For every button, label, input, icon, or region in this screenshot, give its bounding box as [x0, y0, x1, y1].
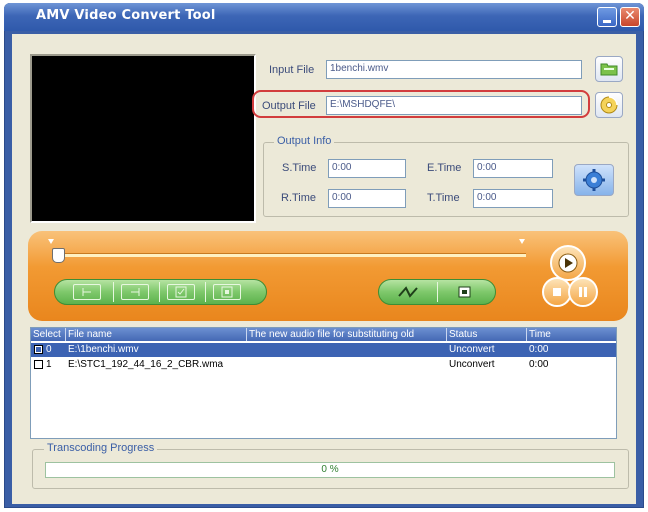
- stop-square-icon[interactable]: [451, 284, 479, 300]
- row-file-name: E:\1benchi.wmv: [68, 344, 139, 355]
- separator: [113, 282, 114, 302]
- minimize-icon[interactable]: [597, 7, 617, 27]
- mark-end-icon[interactable]: [121, 284, 149, 300]
- col-time[interactable]: Time: [526, 328, 616, 341]
- disc-folder-icon: [600, 96, 618, 114]
- client-area: Input File 1benchi.wmv Output File E:\MS…: [12, 34, 636, 504]
- input-file-field[interactable]: 1benchi.wmv: [326, 60, 582, 79]
- file-list[interactable]: Select File name The new audio file for …: [30, 327, 617, 439]
- pause-icon: [579, 287, 587, 297]
- checkbox-icon: [175, 286, 187, 298]
- edit-controls: [54, 279, 267, 305]
- mark-start-icon: [82, 288, 91, 296]
- row-file-name: E:\STC1_192_44_16_2_CBR.wma: [68, 359, 224, 370]
- t-time-field[interactable]: 0:00: [473, 189, 553, 208]
- output-file-label: Output File: [262, 100, 316, 112]
- wave-icon: [398, 286, 418, 298]
- checkbox-icon[interactable]: [167, 284, 195, 300]
- input-file-label: Input File: [269, 64, 315, 76]
- gear-icon: [583, 169, 605, 191]
- player-panel: [28, 231, 628, 321]
- file-list-header: Select File name The new audio file for …: [31, 328, 616, 341]
- seek-track[interactable]: [58, 253, 526, 257]
- gear-icon[interactable]: [574, 164, 614, 196]
- s-time-field[interactable]: 0:00: [328, 159, 406, 178]
- row-status: Unconvert: [449, 359, 495, 370]
- title-bar[interactable]: AMV Video Convert Tool ✕: [4, 3, 644, 31]
- stop-square-icon: [458, 286, 471, 298]
- convert-controls: [378, 279, 496, 305]
- folder-icon: [600, 63, 618, 76]
- r-time-label: R.Time: [281, 192, 317, 204]
- stop-icon: [553, 288, 561, 296]
- separator: [437, 282, 438, 302]
- row-index: 0: [46, 344, 52, 355]
- col-new-audio[interactable]: The new audio file for substituting old: [246, 328, 446, 341]
- disc-folder-icon[interactable]: [595, 92, 623, 118]
- select-icon[interactable]: [213, 284, 241, 300]
- output-info-title: Output Info: [274, 135, 335, 147]
- table-row[interactable]: 0 E:\1benchi.wmv Unconvert 0:00: [31, 343, 616, 357]
- end-marker: [519, 239, 525, 244]
- table-row[interactable]: 1 E:\STC1_192_44_16_2_CBR.wma Unconvert …: [31, 358, 616, 372]
- row-checkbox[interactable]: [34, 345, 43, 354]
- t-time-label: T.Time: [427, 192, 460, 204]
- app-window: AMV Video Convert Tool ✕ Input File 1ben…: [4, 3, 644, 508]
- e-time-field[interactable]: 0:00: [473, 159, 553, 178]
- transcoding-progress-bar: 0 %: [45, 462, 615, 478]
- separator: [159, 282, 160, 302]
- mark-end-icon: [131, 288, 140, 296]
- wave-icon[interactable]: [395, 284, 423, 300]
- col-status[interactable]: Status: [446, 328, 526, 341]
- col-select[interactable]: Select: [31, 328, 65, 341]
- output-file-field[interactable]: E:\MSHDQFE\: [326, 96, 582, 115]
- start-marker: [48, 239, 54, 244]
- progress-percent: 0 %: [321, 464, 339, 475]
- row-new-audio: [248, 343, 443, 357]
- close-icon[interactable]: ✕: [620, 7, 640, 27]
- window-title: AMV Video Convert Tool: [36, 8, 216, 23]
- transcoding-progress-title: Transcoding Progress: [44, 442, 158, 454]
- col-file-name[interactable]: File name: [65, 328, 246, 341]
- row-time: 0:00: [529, 344, 549, 355]
- mark-start-icon[interactable]: [73, 284, 101, 300]
- select-icon: [221, 286, 233, 298]
- row-index: 1: [46, 359, 52, 370]
- row-status: Unconvert: [449, 344, 495, 355]
- row-time: 0:00: [529, 359, 549, 370]
- play-icon[interactable]: [550, 245, 586, 281]
- r-time-field[interactable]: 0:00: [328, 189, 406, 208]
- row-checkbox[interactable]: [34, 360, 43, 369]
- video-preview: [30, 54, 256, 223]
- play-icon: [558, 253, 578, 273]
- s-time-label: S.Time: [282, 162, 317, 174]
- row-new-audio: [248, 358, 443, 372]
- e-time-label: E.Time: [427, 162, 462, 174]
- seek-thumb[interactable]: [52, 248, 65, 263]
- folder-icon[interactable]: [595, 56, 623, 82]
- pause-icon[interactable]: [568, 277, 598, 307]
- separator: [205, 282, 206, 302]
